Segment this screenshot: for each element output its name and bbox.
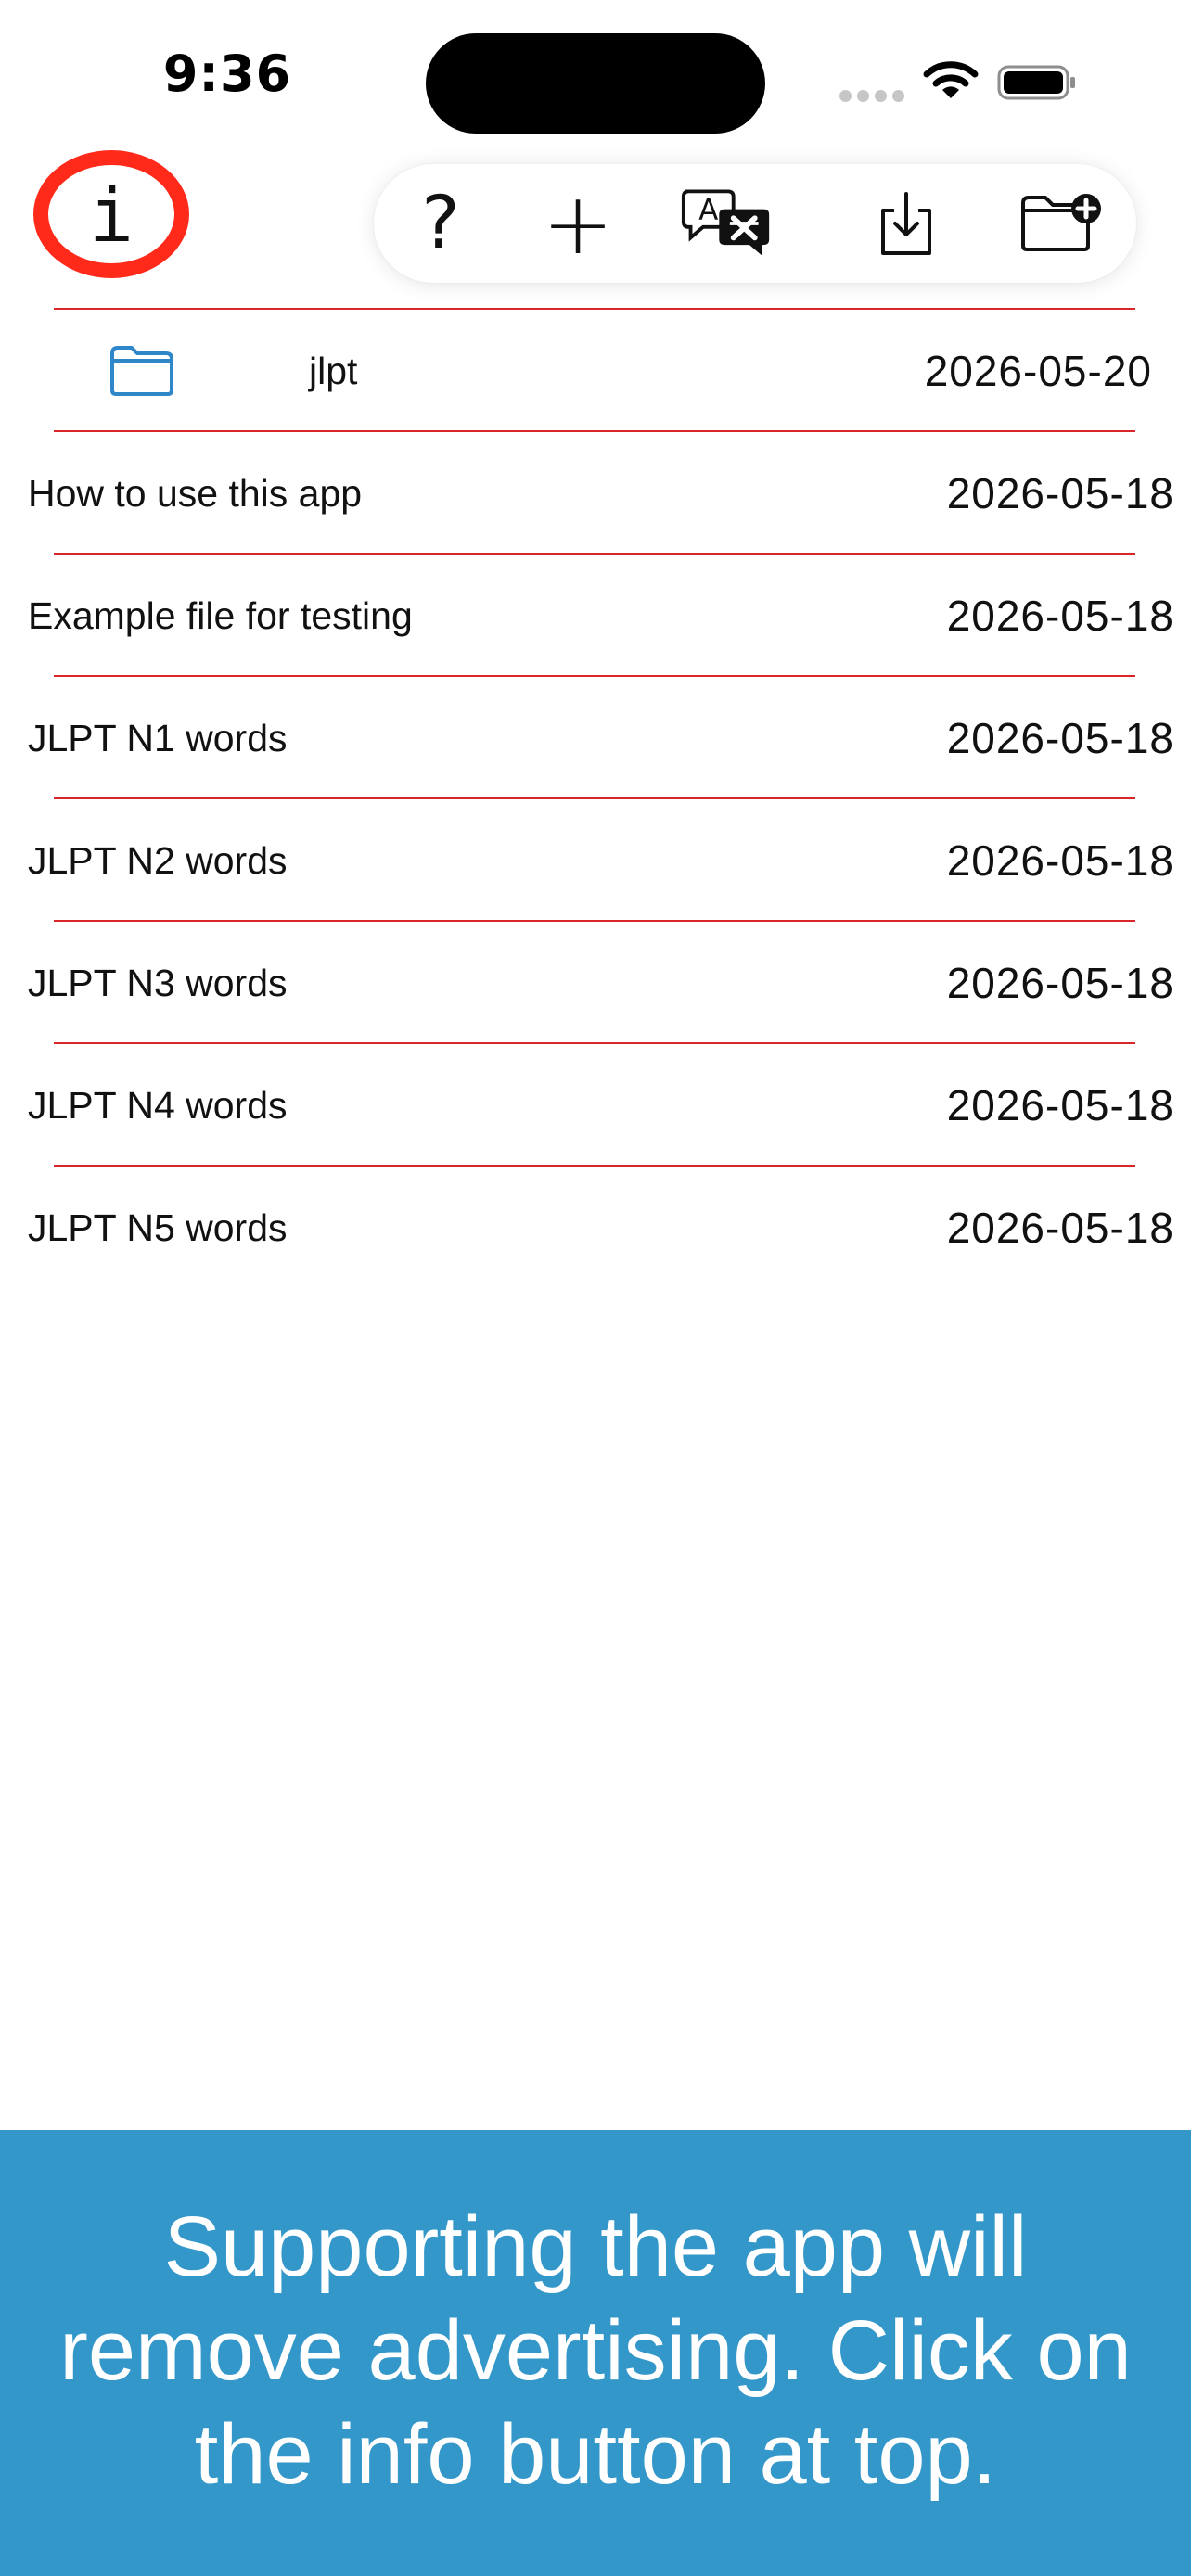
status-time: 9:36 [162,45,292,103]
file-date: 2026-05-18 [946,469,1174,517]
cellular-no-signal-icon [839,90,910,107]
folder-row-jlpt[interactable]: jlpt 2026-05-20 [0,310,1191,432]
file-row[interactable]: How to use this app 2026-05-18 [0,432,1191,555]
file-name: JLPT N5 words [28,1206,288,1249]
translate-button[interactable]: A [680,177,773,270]
help-button[interactable]: ? [394,177,487,270]
file-row[interactable]: JLPT N3 words 2026-05-18 [0,922,1191,1044]
file-name: JLPT N3 words [28,962,288,1004]
folder-date: 2026-05-20 [924,347,1152,395]
file-row[interactable]: Example file for testing 2026-05-18 [0,555,1191,677]
folder-badge-plus-icon [1021,194,1101,251]
file-date: 2026-05-18 [946,1081,1174,1129]
dynamic-island [426,33,765,134]
svg-text:A: A [698,194,718,227]
file-date: 2026-05-18 [946,592,1174,640]
plus-icon: + [542,173,614,274]
file-name: JLPT N2 words [28,839,288,882]
folder-icon [110,346,173,396]
translate-icon: A [681,189,770,256]
info-button[interactable]: i [33,150,189,278]
add-file-button[interactable]: + [531,174,624,274]
file-name: JLPT N4 words [28,1084,288,1127]
import-button[interactable] [860,177,953,270]
folder-name: jlpt [309,350,358,392]
file-row[interactable]: JLPT N2 words 2026-05-18 [0,799,1191,922]
file-row[interactable]: JLPT N4 words 2026-05-18 [0,1044,1191,1167]
file-name: Example file for testing [28,594,413,637]
status-indicators [839,57,1081,106]
info-icon: i [88,172,134,259]
file-row[interactable]: JLPT N1 words 2026-05-18 [0,677,1191,799]
file-row[interactable]: JLPT N5 words 2026-05-18 [0,1167,1191,1289]
file-date: 2026-05-18 [946,836,1174,885]
file-date: 2026-05-18 [946,959,1174,1007]
new-folder-button[interactable] [1016,177,1108,270]
file-date: 2026-05-18 [946,714,1174,762]
ad-banner[interactable]: Supporting the app will remove advertisi… [0,2130,1191,2576]
toolbar: ? + A [374,164,1136,283]
file-name: How to use this app [28,472,363,515]
file-name: JLPT N1 words [28,717,288,759]
file-date: 2026-05-18 [946,1204,1174,1252]
status-bar: 9:36 [0,0,1191,158]
tray-download-icon [881,192,931,255]
question-mark-icon: ? [421,182,460,265]
ad-banner-text: Supporting the app will remove advertisi… [59,2199,1132,2502]
wifi-icon [923,61,979,98]
battery-full-icon [997,65,1075,100]
